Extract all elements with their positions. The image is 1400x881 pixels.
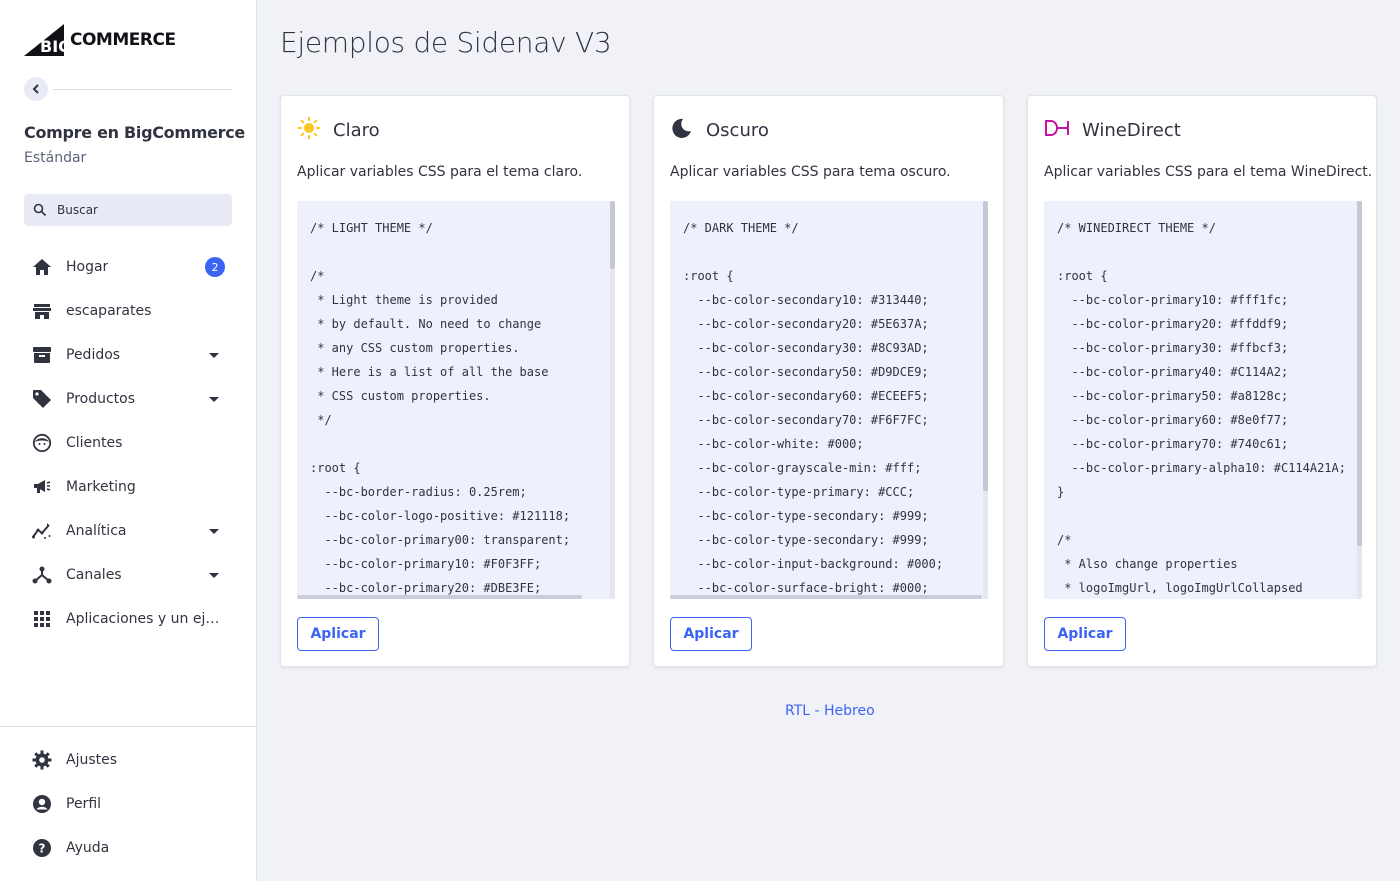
nav-label: Pedidos xyxy=(66,347,121,363)
theme-card-winedirect: WineDirect Aplicar variables CSS para el… xyxy=(1027,95,1377,667)
nav-item-escaparates[interactable]: escaparates xyxy=(0,289,256,333)
bigcommerce-logo-icon: BIG xyxy=(24,24,71,56)
code-text: /* WINEDIRECT THEME */ :root { --bc-colo… xyxy=(1057,221,1346,595)
svg-text:?: ? xyxy=(39,842,46,856)
theme-card-dark: Oscuro Aplicar variables CSS para tema o… xyxy=(653,95,1004,667)
card-description: Aplicar variables CSS para el tema WineD… xyxy=(1044,164,1373,180)
svg-text:BIG: BIG xyxy=(40,37,71,56)
help-icon: ? xyxy=(32,838,52,858)
nav-item-analitica[interactable]: Analítica xyxy=(0,509,256,553)
search-icon xyxy=(33,203,47,217)
tag-icon xyxy=(32,389,52,409)
nav-label: Hogar xyxy=(66,259,109,275)
notification-badge: 2 xyxy=(205,257,225,277)
nav-label: Analítica xyxy=(66,523,127,539)
nav-item-canales[interactable]: Canales xyxy=(0,553,256,597)
collapse-sidebar-button[interactable] xyxy=(24,77,48,101)
scrollbar-thumb[interactable] xyxy=(983,201,988,491)
theme-card-light: Claro Aplicar variables CSS para el tema… xyxy=(280,95,630,667)
nav-label: Ajustes xyxy=(66,752,118,768)
sidebar: BIG COMMERCE Compre en BigCommerce Están… xyxy=(0,0,257,881)
store-name[interactable]: Compre en BigCommerce xyxy=(24,123,245,142)
nav-item-pedidos[interactable]: Pedidos xyxy=(0,333,256,377)
chevron-down-icon[interactable] xyxy=(209,352,219,358)
apps-grid-icon xyxy=(32,609,52,629)
nav-item-marketing[interactable]: Marketing xyxy=(0,465,256,509)
scrollbar-thumb[interactable] xyxy=(610,201,615,269)
store-plan: Estándar xyxy=(24,150,87,166)
nav-label: Aplicaciones y un ejemplo xyxy=(66,611,220,627)
chevron-down-icon[interactable] xyxy=(209,396,219,402)
page-title: Ejemplos de Sidenav V3 xyxy=(280,26,612,59)
nav-item-aplicaciones[interactable]: Aplicaciones y un ejemplo xyxy=(0,597,256,641)
nav-item-ajustes[interactable]: Ajustes xyxy=(0,738,256,782)
chevron-down-icon[interactable] xyxy=(209,528,219,534)
vertical-scrollbar[interactable] xyxy=(610,201,615,599)
search-box[interactable] xyxy=(24,194,232,226)
scrollbar-thumb[interactable] xyxy=(1357,201,1362,546)
vertical-scrollbar[interactable] xyxy=(1357,201,1362,599)
code-text: /* LIGHT THEME */ /* * Light theme is pr… xyxy=(310,221,571,595)
logo-text: COMMERCE xyxy=(70,30,176,50)
card-description: Aplicar variables CSS para tema oscuro. xyxy=(670,164,951,180)
moon-icon xyxy=(670,116,694,144)
nav-item-ayuda[interactable]: ? Ayuda xyxy=(0,826,256,870)
rtl-hebrew-link[interactable]: RTL - Hebreo xyxy=(785,703,875,719)
nav-label: escaparates xyxy=(66,303,152,319)
card-title: Claro xyxy=(333,119,380,141)
analytics-icon xyxy=(32,521,52,541)
main-nav: Hogar 2 escaparates Pedidos Productos Cl… xyxy=(0,245,256,641)
chevron-down-icon[interactable] xyxy=(209,572,219,578)
nav-item-hogar[interactable]: Hogar 2 xyxy=(0,245,256,289)
apply-button[interactable]: Aplicar xyxy=(297,617,379,651)
sun-icon xyxy=(297,116,321,144)
card-header: WineDirect xyxy=(1044,116,1181,144)
megaphone-icon xyxy=(32,477,52,497)
nav-item-productos[interactable]: Productos xyxy=(0,377,256,421)
card-title: WineDirect xyxy=(1082,119,1181,141)
nav-label: Canales xyxy=(66,567,122,583)
nav-label: Productos xyxy=(66,391,136,407)
search-input[interactable] xyxy=(57,203,217,217)
orders-icon xyxy=(32,345,52,365)
code-block[interactable]: /* DARK THEME */ :root { --bc-color-seco… xyxy=(670,201,988,599)
home-icon xyxy=(32,257,52,277)
divider xyxy=(53,88,232,90)
apply-button[interactable]: Aplicar xyxy=(670,617,752,651)
code-text: /* DARK THEME */ :root { --bc-color-seco… xyxy=(683,221,944,595)
customers-icon xyxy=(32,433,52,453)
nav-item-clientes[interactable]: Clientes xyxy=(0,421,256,465)
code-block[interactable]: /* WINEDIRECT THEME */ :root { --bc-colo… xyxy=(1044,201,1362,599)
nav-label: Marketing xyxy=(66,479,136,495)
bigcommerce-logo[interactable]: BIG COMMERCE xyxy=(24,24,176,56)
nav-label: Perfil xyxy=(66,796,102,812)
profile-icon xyxy=(32,794,52,814)
apply-button[interactable]: Aplicar xyxy=(1044,617,1126,651)
card-header: Claro xyxy=(297,116,380,144)
gear-icon xyxy=(32,750,52,770)
bottom-nav: Ajustes Perfil ? Ayuda xyxy=(0,738,256,870)
storefront-icon xyxy=(32,301,52,321)
code-block[interactable]: /* LIGHT THEME */ /* * Light theme is pr… xyxy=(297,201,615,599)
divider xyxy=(0,726,256,727)
horizontal-scrollbar[interactable] xyxy=(297,595,582,599)
vertical-scrollbar[interactable] xyxy=(983,201,988,599)
card-description: Aplicar variables CSS para el tema claro… xyxy=(297,164,583,180)
collapse-row xyxy=(24,77,232,101)
card-header: Oscuro xyxy=(670,116,769,144)
nav-item-perfil[interactable]: Perfil xyxy=(0,782,256,826)
card-title: Oscuro xyxy=(706,119,769,141)
chevron-left-icon xyxy=(32,84,39,94)
winedirect-logo-icon xyxy=(1044,116,1070,144)
horizontal-scrollbar[interactable] xyxy=(670,595,982,599)
channels-icon xyxy=(32,565,52,585)
nav-label: Clientes xyxy=(66,435,123,451)
nav-label: Ayuda xyxy=(66,840,110,856)
